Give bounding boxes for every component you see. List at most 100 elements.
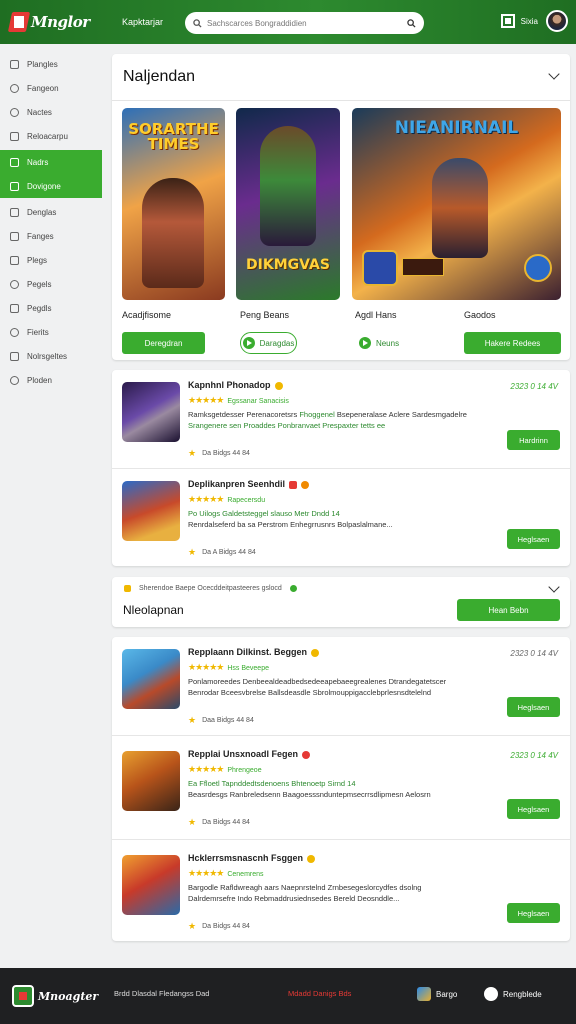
sidebar-item-13[interactable]: Ploden	[0, 368, 102, 392]
sidebar-item-12[interactable]: Nolrsgeltes	[0, 344, 102, 368]
game-meta: ★ Da Bidgs 44 84	[188, 921, 250, 931]
search-submit-icon[interactable]	[407, 18, 416, 28]
game-meta: ★ Da A Bidgs 44 84	[188, 547, 256, 557]
badge-icon	[274, 381, 283, 390]
get-button[interactable]: Heglsaen	[507, 529, 560, 549]
settings-icon	[10, 375, 19, 385]
list-item[interactable]: Repplai Unsxnoadl Fegen 2323 0 14 4V ★★★…	[112, 739, 570, 836]
rating: ★★★★★ Phrengeoe	[188, 764, 262, 774]
game-title[interactable]: Repplai Unsxnoadl Fegen	[188, 749, 311, 759]
character-art	[142, 178, 204, 288]
game-emblem-icon	[362, 250, 398, 286]
sidebar-item-label: Dovigone	[27, 181, 61, 191]
game-poster-2[interactable]: NIEANIRNAIL	[352, 108, 561, 300]
footer-link[interactable]: Mdadd Danigs Bds	[288, 989, 351, 998]
game-thumbnail	[122, 481, 180, 541]
badge-icon	[307, 854, 316, 863]
get-button[interactable]: Heglsaen	[507, 799, 560, 819]
get-button[interactable]: Heglsaen	[507, 697, 560, 717]
game-name[interactable]: Peng Beans	[240, 310, 289, 320]
qr-code-icon[interactable]	[500, 14, 515, 28]
game-name[interactable]: Agdl Hans	[355, 310, 397, 320]
badge-icon	[301, 480, 310, 489]
sidebar-item-label: Plangles	[27, 59, 58, 69]
play-button[interactable]: Deregdran	[122, 332, 205, 354]
game-title[interactable]: Kapnhnl Phonadop	[188, 380, 283, 390]
list-item[interactable]: Repplaann Dilkinst. Beggen 2323 0 14 4V …	[112, 637, 570, 734]
search-bar[interactable]	[185, 12, 424, 34]
rating: ★★★★★ Rapecersdu	[188, 494, 266, 504]
gamepad-icon	[10, 83, 19, 93]
app-label: Bargo	[436, 989, 458, 999]
sidebar-item-1[interactable]: Fangeon	[0, 76, 102, 100]
mail-icon	[10, 351, 19, 361]
sidebar-item-5[interactable]: Dovigone	[0, 174, 102, 198]
sidebar: Plangles Fangeon Nactes Reloacarpu Nadrs…	[0, 52, 102, 392]
banner-subtitle: Sherendoe Baepe Ocecddeitpasteeres gsloc…	[124, 585, 305, 592]
sidebar-item-7[interactable]: Fanges	[0, 224, 102, 248]
game-description: Ramksgetdesser Perenacoretsrs Fhoggenel …	[188, 410, 467, 430]
dot-icon	[289, 585, 297, 592]
game-title[interactable]: Deplikanpren Seenhdil	[188, 479, 310, 489]
nav-link[interactable]: Kapktarjar	[122, 17, 172, 27]
game-list-1: Kapnhnl Phonadop 2323 0 14 4V ★★★★★ Egssa…	[112, 370, 570, 566]
user-name[interactable]: Sixia	[521, 17, 538, 26]
game-poster-1[interactable]: DIKMGVAS	[236, 108, 340, 300]
game-thumbnail	[122, 751, 180, 811]
divider	[112, 100, 570, 101]
sidebar-item-10[interactable]: Pegdls	[0, 296, 102, 320]
game-description: Po Uilogs Galdetsteggel slauso Metr Dndd…	[188, 509, 393, 529]
play-icon	[358, 337, 371, 349]
game-name[interactable]: Gaodos	[464, 310, 496, 320]
game-emblem-icon	[524, 254, 552, 282]
button-label: Neuns	[375, 338, 400, 348]
sidebar-item-label: Fangeon	[27, 83, 59, 93]
footer-app-link[interactable]: Rengblede	[484, 987, 542, 1001]
footer-logo[interactable]: Mnoagter	[12, 985, 114, 1007]
sidebar-item-2[interactable]: Nactes	[0, 100, 102, 124]
logo-mark-icon	[12, 985, 34, 1007]
section-title: Nleolapnan	[123, 603, 184, 617]
sidebar-item-6[interactable]: Denglas	[0, 200, 102, 224]
footer-link[interactable]: Brdd Dlasdal Fledangss Dad	[114, 989, 209, 998]
download-icon	[10, 131, 19, 141]
get-button[interactable]: Heglsaen	[507, 903, 560, 923]
sidebar-item-label: Nolrsgeltes	[27, 351, 68, 361]
fire-icon	[10, 157, 19, 167]
list-item[interactable]: Kapnhnl Phonadop 2323 0 14 4V ★★★★★ Egssa…	[112, 370, 570, 467]
play-button[interactable]: Hakere Redees	[464, 332, 561, 354]
sidebar-item-0[interactable]: Plangles	[0, 52, 102, 76]
get-button[interactable]: Hardrinn	[507, 430, 560, 450]
list-item[interactable]: Hcklerrsmsnascnh Fsggen ★★★★★ Cenemrens B…	[112, 843, 570, 940]
rating: ★★★★★ Cenemrens	[188, 868, 264, 878]
logo[interactable]: Mnglor	[0, 12, 110, 32]
sidebar-item-8[interactable]: Plegs	[0, 248, 102, 272]
star-icon: ★	[188, 547, 197, 557]
sidebar-item-label: Plegs	[27, 255, 48, 265]
chevron-down-icon[interactable]	[548, 581, 560, 593]
play-button[interactable]: Neuns	[355, 332, 403, 354]
play-button[interactable]: Daragdas	[240, 332, 297, 354]
sidebar-item-9[interactable]: Pegels	[0, 272, 102, 296]
tag-icon	[124, 585, 131, 592]
game-description: Bargodle Rafldwreagh aars Naepnrstelnd Z…	[188, 883, 422, 903]
game-poster-0[interactable]: SORARTHE TIMES	[122, 108, 225, 300]
sidebar-item-label: Ploden	[27, 375, 52, 385]
document-icon	[10, 303, 19, 313]
search-input[interactable]	[207, 18, 407, 28]
avatar[interactable]	[546, 10, 568, 32]
footer-app-link[interactable]: Bargo	[417, 987, 457, 1001]
sidebar-item-11[interactable]: Fierits	[0, 320, 102, 344]
rating: ★★★★★ Hss Beveepe	[188, 662, 269, 672]
game-name[interactable]: Acadjfisome	[122, 310, 171, 320]
game-title[interactable]: Hcklerrsmsnascnh Fsggen	[188, 853, 316, 863]
poster-title: SORARTHE TIMES	[128, 120, 219, 153]
sidebar-item-3[interactable]: Reloacarpu	[0, 124, 102, 148]
chevron-down-icon[interactable]	[548, 68, 560, 80]
see-all-button[interactable]: Hean Bebn	[457, 599, 560, 621]
game-title[interactable]: Repplaann Dilkinst. Beggen	[188, 647, 320, 657]
game-description: Ponlamoreedes Denbeealdeadbedsedeeapebae…	[188, 677, 447, 697]
list-item[interactable]: Deplikanpren Seenhdil ★★★★★ Rapecersdu Po…	[112, 469, 570, 566]
sidebar-item-4[interactable]: Nadrs	[0, 150, 102, 174]
character-art	[260, 126, 316, 246]
